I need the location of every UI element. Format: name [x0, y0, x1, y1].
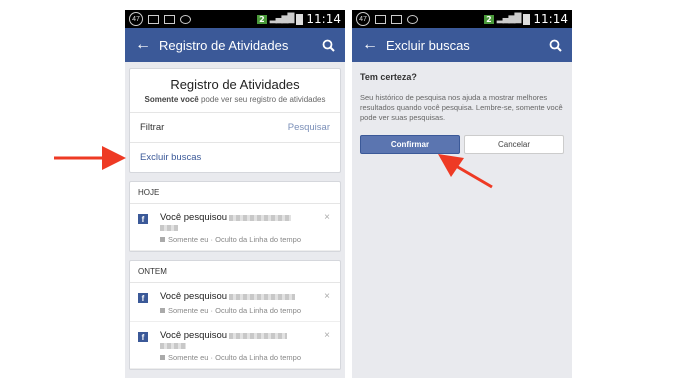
list-item[interactable]: f Você pesquisou Somente eu · Oculto da … [130, 283, 340, 322]
location-icon [407, 14, 418, 24]
phone-screen-clear-searches: 47 2 ▂▄▆█ 11:14 ← Excluir buscas Tem cer… [352, 10, 572, 378]
page-title: Registro de Atividades [159, 37, 289, 53]
image-icon [391, 14, 402, 24]
app-bar: ← Registro de Atividades [125, 28, 345, 62]
lock-icon [160, 355, 165, 360]
redacted-search-term [229, 332, 288, 339]
entry-meta: Somente eu · Oculto da Linha do tempo [168, 235, 302, 244]
subtitle-emphasis: Somente você [144, 95, 199, 104]
card-title: Registro de Atividades [170, 77, 300, 92]
dialog-text: Seu histórico de pesquisa nos ajuda a mo… [360, 93, 563, 123]
location-icon [180, 14, 191, 24]
list-item[interactable]: f Você pesquisou Somente eu · Oculto da … [130, 322, 340, 369]
mail-icon [148, 14, 159, 24]
page-title: Excluir buscas [386, 37, 470, 53]
clock: 11:14 [306, 12, 341, 26]
back-arrow-icon[interactable]: ← [135, 36, 159, 54]
annotation-arrow-right-icon [54, 146, 126, 170]
network-badge: 2 [257, 14, 267, 24]
redacted-search-term [229, 214, 292, 221]
signal-icon: ▂▄▆█ [269, 14, 295, 24]
filter-row[interactable]: Filtrar Pesquisar [130, 112, 340, 142]
network-badge: 2 [484, 14, 494, 24]
clear-searches-row[interactable]: Excluir buscas [130, 142, 340, 172]
clear-searches-label[interactable]: Excluir buscas [140, 152, 330, 163]
notification-count-badge: 47 [129, 12, 143, 26]
entry-text: Você pesquisou [160, 291, 228, 302]
list-item[interactable]: f Você pesquisou Somente eu · Oculto da … [130, 204, 340, 251]
entry-text: Você pesquisou [160, 330, 228, 341]
cancel-button[interactable]: Cancelar [464, 135, 564, 155]
close-icon[interactable]: × [324, 330, 330, 341]
signal-icon: ▂▄▆█ [496, 14, 522, 24]
battery-icon [296, 13, 304, 25]
facebook-icon: f [138, 214, 148, 224]
app-bar: ← Excluir buscas [352, 28, 572, 62]
lock-icon [160, 237, 165, 242]
battery-icon [523, 13, 531, 25]
image-icon [164, 14, 175, 24]
entry-meta: Somente eu · Oculto da Linha do tempo [168, 306, 302, 315]
search-icon[interactable] [549, 39, 562, 52]
section-today: HOJE f Você pesquisou Somente eu · Ocult… [129, 181, 341, 252]
back-arrow-icon[interactable]: ← [362, 36, 386, 54]
filter-label: Filtrar [140, 122, 165, 133]
notification-count-badge: 47 [356, 12, 370, 26]
entry-meta: Somente eu · Oculto da Linha do tempo [168, 353, 302, 362]
close-icon[interactable]: × [324, 212, 330, 223]
close-icon[interactable]: × [324, 291, 330, 302]
activity-log-header-card: Registro de Atividades Somente você pode… [129, 68, 341, 173]
phone-screen-activity-log: 47 2 ▂▄▆█ 11:14 ← Registro de Atividades… [125, 10, 345, 378]
entry-text: Você pesquisou [160, 212, 228, 223]
section-yesterday: ONTEM f Você pesquisou Somente eu · Ocul… [129, 260, 341, 370]
search-icon[interactable] [322, 39, 335, 52]
card-subtitle: Somente você pode ver seu registro de at… [130, 92, 340, 112]
confirm-button[interactable]: Confirmar [360, 135, 460, 155]
section-heading: HOJE [130, 182, 340, 204]
dialog-title: Tem certeza? [360, 72, 417, 82]
search-link[interactable]: Pesquisar [288, 122, 330, 133]
dialog-buttons: Confirmar Cancelar [360, 135, 564, 155]
clock: 11:14 [533, 12, 568, 26]
confirm-dialog: Tem certeza? Seu histórico de pesquisa n… [352, 62, 572, 164]
subtitle-text: pode ver seu registro de atividades [198, 95, 326, 104]
facebook-icon: f [138, 332, 148, 342]
redacted-search-term [229, 293, 296, 300]
status-bar: 47 2 ▂▄▆█ 11:14 [352, 10, 572, 28]
redacted-search-term [160, 343, 186, 349]
lock-icon [160, 308, 165, 313]
redacted-search-term [160, 225, 178, 231]
section-heading: ONTEM [130, 261, 340, 283]
status-bar: 47 2 ▂▄▆█ 11:14 [125, 10, 345, 28]
mail-icon [375, 14, 386, 24]
facebook-icon: f [138, 293, 148, 303]
